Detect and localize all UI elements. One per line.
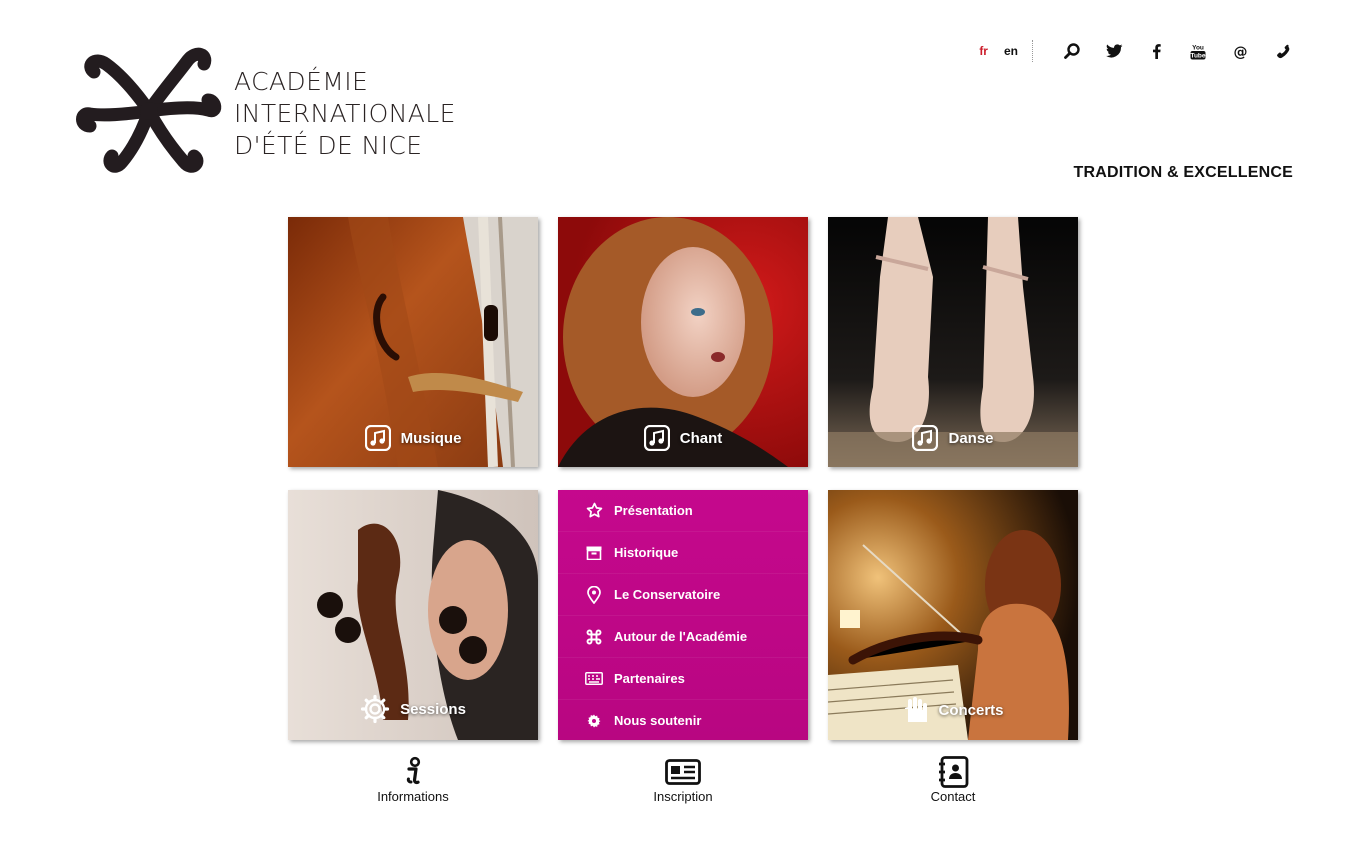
menu-item-soutenir-label: Nous soutenir — [614, 713, 702, 728]
tile-danse-label: Danse — [828, 425, 1078, 451]
map-pin-icon — [585, 585, 603, 604]
tile-musique-text: Musique — [400, 429, 462, 447]
star-icon — [585, 502, 603, 520]
email-icon[interactable]: @ — [1228, 40, 1252, 62]
tile-concerts-label: Concerts — [828, 696, 1078, 724]
phone-icon[interactable] — [1270, 40, 1294, 62]
site-tagline: TRADITION & EXCELLENCE — [1073, 164, 1293, 181]
menu-item-autour[interactable]: Autour de l'Académie — [558, 616, 808, 658]
tile-about-menu: Présentation Historique Le Conservatoire… — [558, 490, 808, 740]
inscription-link[interactable]: Inscription — [558, 755, 808, 804]
music-note-icon — [643, 425, 670, 451]
lang-en-link[interactable]: en — [1004, 44, 1018, 58]
logo-line-3: D'ÉTÉ DE NICE — [234, 131, 423, 160]
logo-mark-icon — [76, 47, 222, 173]
contact-label: Contact — [930, 789, 976, 804]
tile-danse[interactable]: Danse — [828, 217, 1078, 467]
svg-text:Tube: Tube — [1190, 52, 1205, 59]
menu-item-historique[interactable]: Historique — [558, 532, 808, 574]
facebook-icon[interactable] — [1144, 40, 1168, 62]
tile-sessions-label: Sessions — [288, 694, 538, 724]
tile-sessions[interactable]: Sessions — [288, 490, 538, 740]
id-card-icon — [665, 755, 701, 789]
menu-item-soutenir[interactable]: Nous soutenir — [558, 700, 808, 740]
svg-text:You: You — [1192, 44, 1204, 51]
menu-item-autour-label: Autour de l'Académie — [614, 629, 748, 644]
contact-link[interactable]: Contact — [828, 755, 1078, 804]
tile-danse-text: Danse — [948, 429, 994, 447]
menu-item-conservatoire-label: Le Conservatoire — [614, 587, 721, 602]
site-logo[interactable]: ACADÉMIE INTERNATIONALE D'ÉTÉ DE NICE — [76, 44, 456, 178]
info-icon — [403, 755, 423, 789]
informations-label: Informations — [377, 789, 449, 804]
inscription-label: Inscription — [653, 789, 713, 804]
twitter-icon[interactable] — [1102, 40, 1126, 62]
tile-chant[interactable]: Chant — [558, 217, 808, 467]
top-bar: fr en You Tube @ — [971, 40, 1294, 62]
search-icon[interactable] — [1060, 40, 1084, 62]
tile-concerts-text: Concerts — [938, 701, 1004, 719]
informations-link[interactable]: Informations — [288, 755, 538, 804]
tile-musique[interactable]: Musique — [288, 217, 538, 467]
tile-musique-label: Musique — [288, 425, 538, 451]
menu-item-historique-label: Historique — [614, 545, 679, 560]
tile-sessions-text: Sessions — [400, 700, 466, 718]
archive-icon — [585, 544, 603, 562]
menu-item-presentation[interactable]: Présentation — [558, 490, 808, 532]
hand-icon — [905, 697, 928, 722]
topbar-divider — [1032, 40, 1034, 62]
logo-line-1: ACADÉMIE — [234, 67, 369, 96]
gear-icon — [360, 694, 390, 724]
address-book-icon — [937, 755, 969, 789]
command-icon — [585, 628, 603, 646]
about-menu-list: Présentation Historique Le Conservatoire… — [558, 490, 808, 740]
logo-line-2: INTERNATIONALE — [234, 99, 456, 128]
logo-text: ACADÉMIE INTERNATIONALE D'ÉTÉ DE NICE — [234, 66, 456, 162]
menu-item-presentation-label: Présentation — [614, 503, 693, 518]
svg-text:@: @ — [1233, 44, 1247, 59]
menu-item-partenaires-label: Partenaires — [614, 671, 685, 686]
menu-item-conservatoire[interactable]: Le Conservatoire — [558, 574, 808, 616]
keyboard-icon — [585, 670, 603, 688]
tile-chant-label: Chant — [558, 425, 808, 451]
youtube-icon[interactable]: You Tube — [1186, 40, 1210, 62]
lang-fr-link[interactable]: fr — [979, 44, 988, 58]
cog-icon — [585, 712, 603, 730]
music-note-icon — [364, 425, 391, 451]
tile-concerts[interactable]: Concerts — [828, 490, 1078, 740]
menu-item-partenaires[interactable]: Partenaires — [558, 658, 808, 700]
music-note-icon — [912, 425, 939, 451]
tile-chant-text: Chant — [679, 429, 723, 447]
